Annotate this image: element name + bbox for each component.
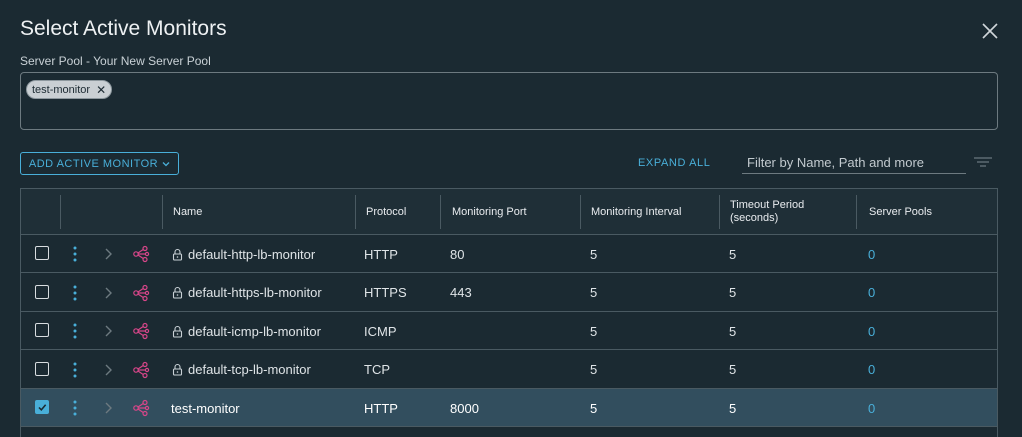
row-checkbox[interactable] <box>35 284 49 299</box>
name-cell: default-tcp-lb-monitor <box>172 351 355 389</box>
monitors-table: Name Protocol Monitoring Port Monitoring… <box>20 188 998 437</box>
column-divider <box>60 195 61 229</box>
chevron-right-icon[interactable] <box>102 401 114 415</box>
row-checkbox[interactable] <box>35 361 49 376</box>
expand-all-link[interactable]: EXPAND ALL <box>638 157 710 169</box>
add-active-monitor-label: ADD ACTIVE MONITOR <box>28 157 159 170</box>
table-row[interactable]: default-icmp-lb-monitor ICMP 5 5 0 <box>21 312 997 350</box>
selected-monitors-box[interactable]: test-monitor ✕ <box>20 72 998 130</box>
protocol-cell: ICMP <box>364 323 397 339</box>
table-row[interactable]: default-tcp-lb-monitor TCP 5 5 0 <box>21 350 997 389</box>
port-cell: 80 <box>450 246 465 262</box>
timeout-cell: 5 <box>729 400 737 416</box>
monitor-graph-icon <box>133 284 150 301</box>
interval-cell: 5 <box>590 246 598 262</box>
column-header-protocol[interactable]: Protocol <box>356 189 440 235</box>
kebab-icon[interactable] <box>70 399 80 417</box>
port-cell <box>450 312 580 350</box>
column-header-name[interactable]: Name <box>163 189 355 235</box>
column-header-interval[interactable]: Monitoring Interval <box>581 189 719 235</box>
selected-tag-label: test-monitor <box>32 83 91 96</box>
filter-input[interactable] <box>742 152 966 174</box>
monitor-graph-icon <box>133 361 150 378</box>
protocol-cell: HTTP <box>364 400 398 416</box>
row-checkbox[interactable] <box>35 246 49 260</box>
server-pools-link[interactable]: 0 <box>868 235 968 273</box>
kebab-icon[interactable] <box>70 361 80 379</box>
interval-cell: 5 <box>590 323 598 339</box>
kebab-icon[interactable] <box>70 322 80 340</box>
lock-icon <box>172 286 183 299</box>
column-header-timeout[interactable]: Timeout Period (seconds) <box>720 189 856 235</box>
name-cell: default-icmp-lb-monitor <box>172 312 355 350</box>
lock-icon <box>172 248 183 261</box>
server-pool-label: Server Pool - Your New Server Pool <box>20 54 211 68</box>
interval-cell: 5 <box>590 362 598 377</box>
dialog-title: Select Active Monitors <box>20 17 227 40</box>
server-pools-link[interactable]: 0 <box>868 274 968 312</box>
protocol-cell: HTTP <box>364 246 398 262</box>
interval-cell: 5 <box>590 400 598 416</box>
server-pools-link[interactable]: 0 <box>868 312 968 350</box>
check-icon <box>37 403 46 411</box>
monitor-graph-icon <box>133 245 150 263</box>
column-header-timeout-line2: (seconds) <box>730 212 779 224</box>
name-cell: test-monitor <box>171 389 354 427</box>
chevron-right-icon[interactable] <box>102 363 114 377</box>
protocol-cell: HTTPS <box>364 285 407 300</box>
timeout-cell: 5 <box>729 323 737 339</box>
column-header-server-pools[interactable]: Server Pools <box>859 189 997 235</box>
remove-tag-icon[interactable]: ✕ <box>96 84 106 96</box>
monitor-graph-icon <box>133 322 150 340</box>
column-divider <box>856 195 857 229</box>
monitor-name: default-https-lb-monitor <box>188 285 322 300</box>
chevron-down-icon <box>162 161 170 166</box>
monitor-graph-icon <box>133 399 150 417</box>
chevron-right-icon[interactable] <box>102 247 114 261</box>
protocol-cell: TCP <box>364 362 390 377</box>
server-pools-link[interactable]: 0 <box>868 351 968 389</box>
filter-icon[interactable] <box>973 156 993 170</box>
port-cell: 443 <box>450 285 472 300</box>
selected-tag: test-monitor ✕ <box>26 80 113 99</box>
port-cell: 8000 <box>450 400 479 416</box>
monitor-name: default-tcp-lb-monitor <box>188 362 311 377</box>
table-row[interactable]: default-https-lb-monitor HTTPS 443 5 5 0 <box>21 273 997 312</box>
column-divider <box>440 195 441 229</box>
chevron-right-icon[interactable] <box>102 324 114 338</box>
table-row[interactable]: test-monitor HTTP 8000 5 5 0 <box>21 389 997 427</box>
kebab-icon[interactable] <box>70 245 80 263</box>
column-header-port[interactable]: Monitoring Port <box>442 189 580 235</box>
interval-cell: 5 <box>590 285 598 300</box>
name-cell: default-http-lb-monitor <box>172 235 355 273</box>
monitor-name: test-monitor <box>171 400 240 416</box>
timeout-cell: 5 <box>729 362 737 377</box>
port-cell <box>450 351 580 389</box>
kebab-icon[interactable] <box>70 284 80 302</box>
timeout-cell: 5 <box>729 246 737 262</box>
row-checkbox[interactable] <box>35 400 49 414</box>
chevron-right-icon[interactable] <box>102 286 114 300</box>
table-row[interactable]: default-http-lb-monitor HTTP 80 5 5 0 <box>21 235 997 273</box>
timeout-cell: 5 <box>729 285 737 300</box>
add-active-monitor-button[interactable]: ADD ACTIVE MONITOR <box>20 152 179 175</box>
close-icon[interactable] <box>980 21 1000 41</box>
column-header-timeout-line1: Timeout Period <box>730 199 805 211</box>
monitor-name: default-icmp-lb-monitor <box>188 323 321 339</box>
lock-icon <box>172 363 183 376</box>
table-header: Name Protocol Monitoring Port Monitoring… <box>21 189 997 235</box>
monitor-name: default-http-lb-monitor <box>188 246 316 262</box>
server-pools-link[interactable]: 0 <box>868 389 968 427</box>
name-cell: default-https-lb-monitor <box>172 274 355 312</box>
row-checkbox[interactable] <box>35 323 49 337</box>
lock-icon <box>172 325 183 338</box>
